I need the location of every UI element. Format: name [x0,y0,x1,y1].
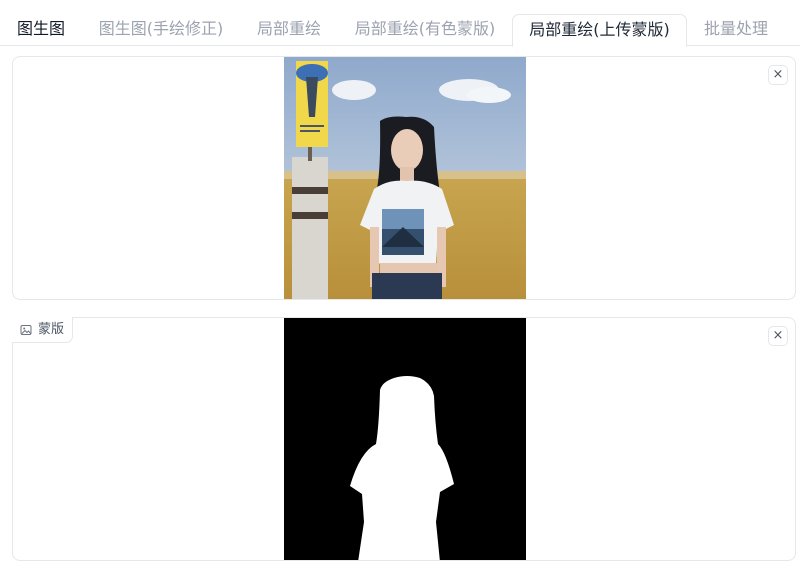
mask-image [284,318,526,560]
mask-label: 蒙版 [12,317,74,343]
image-icon [20,324,32,336]
close-mask-button[interactable]: × [768,326,788,346]
tab-inpaint-color-mask[interactable]: 局部重绘(有色蒙版) [348,14,502,46]
tab-batch[interactable]: 批量处理 [697,14,775,46]
mask-label-text: 蒙版 [38,321,65,337]
inpaint-source-image [284,57,526,299]
tab-inpaint[interactable]: 局部重绘 [250,14,328,46]
mask-upload-panel[interactable]: × [12,317,796,561]
close-image-button[interactable]: × [768,65,788,85]
tab-bar: 图生图 图生图(手绘修正) 局部重绘 局部重绘(有色蒙版) 局部重绘(上传蒙版)… [0,0,800,47]
image-upload-panel[interactable]: × [12,56,796,300]
tab-img2img-sketch[interactable]: 图生图(手绘修正) [92,14,230,46]
tab-img2img[interactable]: 图生图 [10,14,72,46]
tab-inpaint-upload-mask[interactable]: 局部重绘(上传蒙版) [512,14,687,47]
